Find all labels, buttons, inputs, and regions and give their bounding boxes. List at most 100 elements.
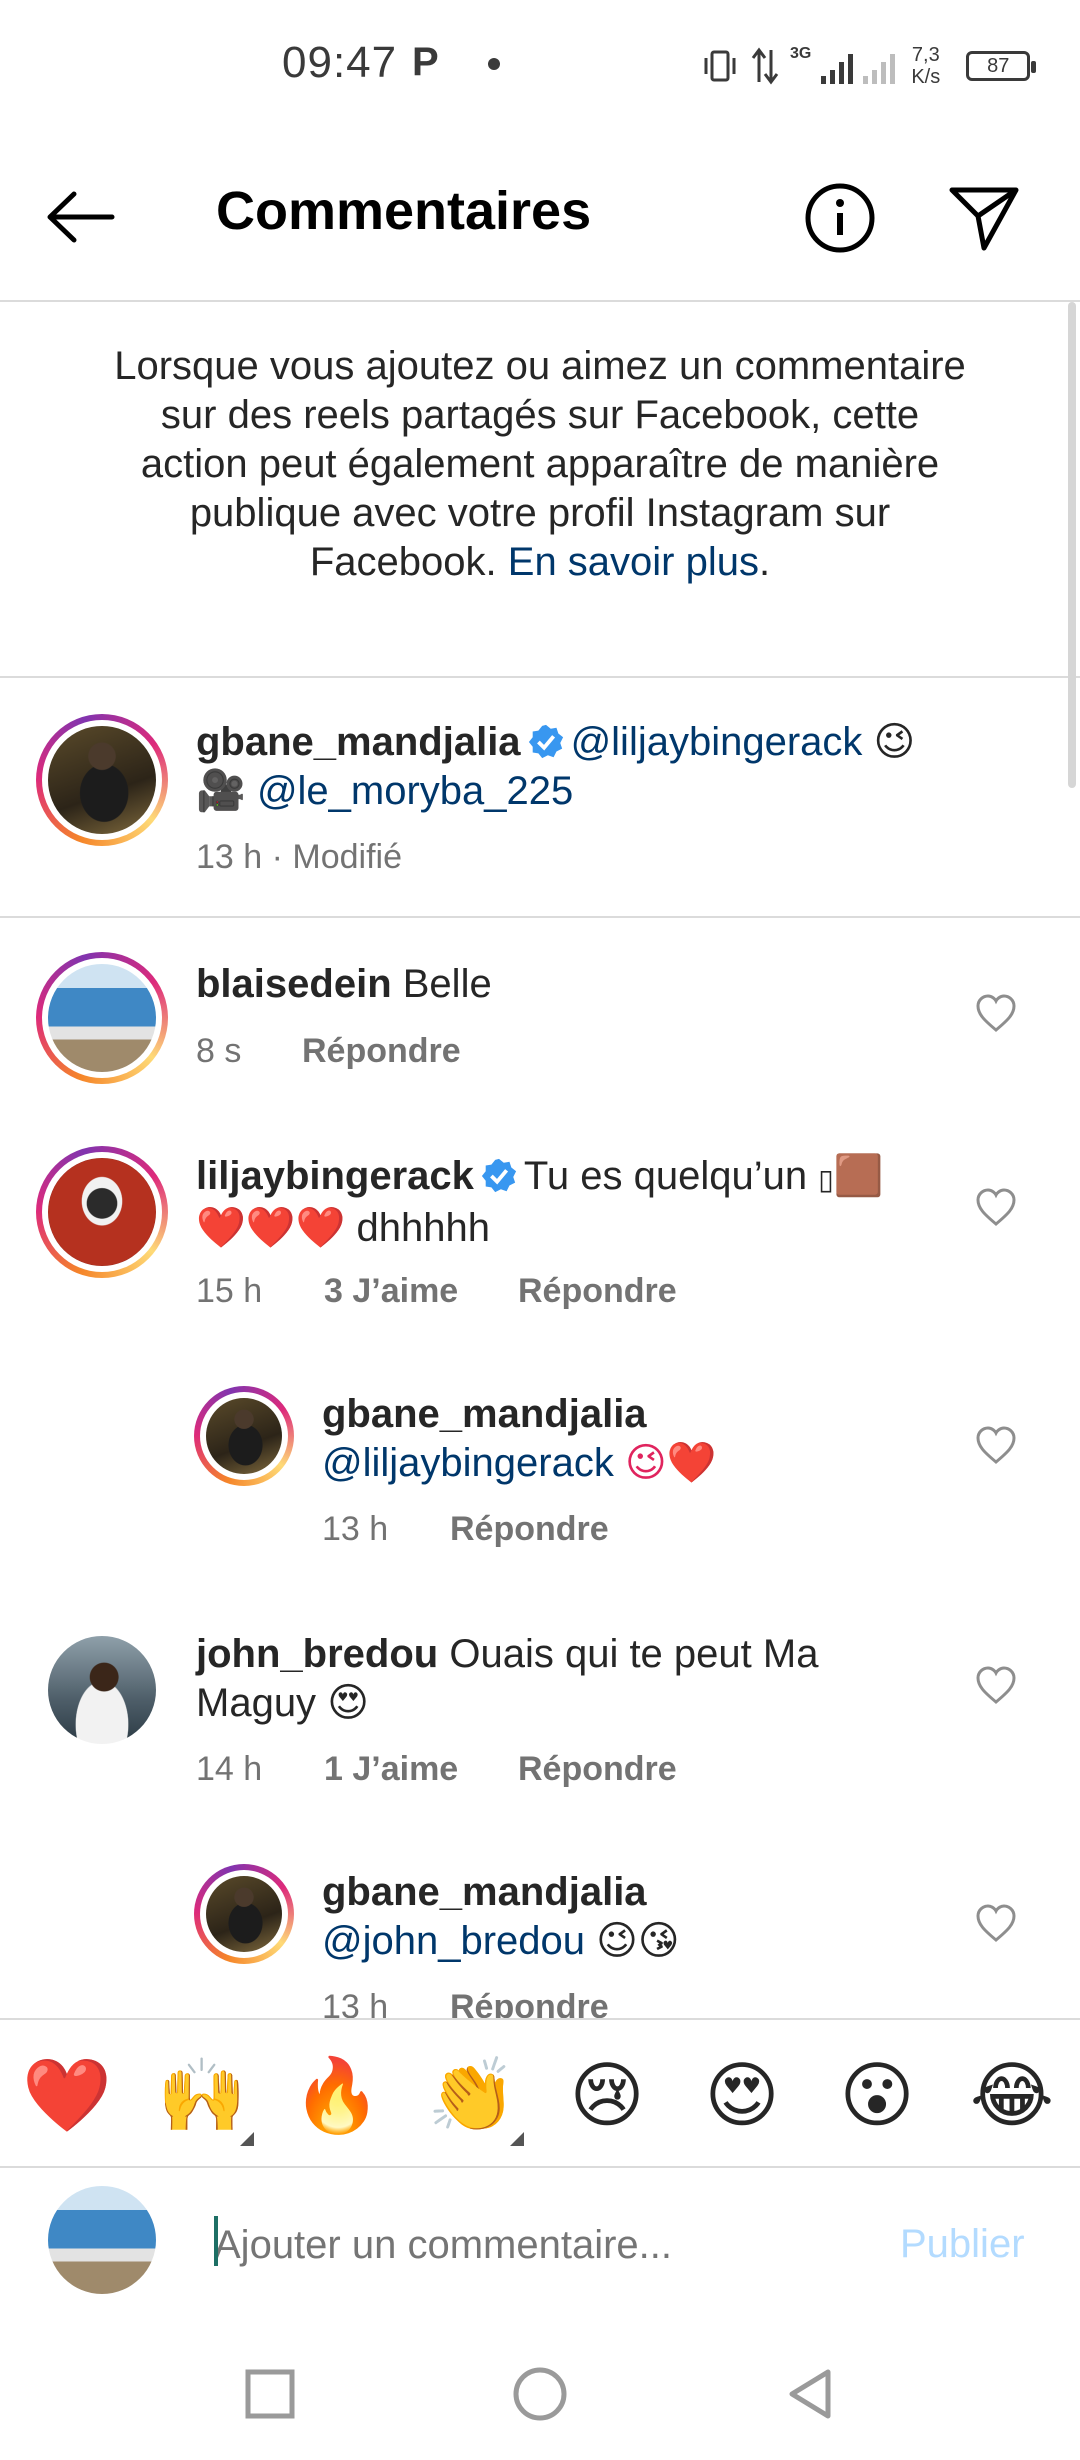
comment-username[interactable]: blaisedein	[196, 962, 392, 1006]
page-title: Commentaires	[216, 181, 592, 241]
reply-button[interactable]: Répondre	[518, 1272, 677, 1311]
camera-emoji: 🎥	[196, 769, 246, 813]
net-speed: 7,3 K/s	[911, 44, 940, 88]
avatar-image	[48, 1158, 156, 1266]
emoji-heart-button[interactable]: ❤️	[22, 2050, 112, 2140]
like-heart-icon[interactable]	[974, 1186, 1018, 1230]
data-transfer-icon	[751, 47, 779, 85]
avatar[interactable]	[36, 952, 168, 1084]
comment-username[interactable]: gbane_mandjalia	[322, 1392, 647, 1436]
net-speed-value: 7,3	[911, 44, 940, 66]
avatar[interactable]	[36, 1146, 168, 1278]
like-heart-icon[interactable]	[974, 1664, 1018, 1708]
emoji-raised-hands-button[interactable]: 🙌	[157, 2050, 247, 2140]
comment-time: 8 s	[196, 1032, 242, 1070]
comment-body: Belle	[402, 962, 492, 1006]
back-button[interactable]	[40, 182, 120, 252]
caption-mention-2[interactable]: @le_moryba_225	[257, 769, 573, 813]
comment-username[interactable]: liljaybingerack	[196, 1154, 474, 1198]
comment-body-2: Maguy	[196, 1681, 317, 1725]
like-heart-icon[interactable]	[974, 1424, 1018, 1468]
missing-glyph: ▯	[818, 1164, 834, 1195]
header: Commentaires	[0, 130, 1080, 302]
info-button[interactable]	[800, 178, 880, 258]
avatar[interactable]	[48, 1636, 156, 1744]
comment-time: 15 h	[196, 1272, 263, 1310]
caption-meta: 13 h · Modifié	[196, 838, 402, 877]
comment-input[interactable]	[214, 2210, 854, 2280]
share-button[interactable]	[944, 178, 1024, 258]
signal-icon	[821, 48, 854, 84]
avatar-image	[48, 726, 156, 834]
status-indicators: 3G 7,3 K/s 87	[700, 36, 1037, 96]
avatar-image	[48, 964, 156, 1072]
back-arrow-icon	[47, 191, 115, 243]
home-icon[interactable]	[510, 2364, 570, 2424]
avatar[interactable]	[36, 714, 168, 846]
current-user-avatar	[48, 2186, 156, 2294]
avatar[interactable]	[194, 1386, 294, 1486]
vibrate-icon	[704, 50, 736, 82]
comment-meta: 13 h Répondre	[322, 1510, 609, 1549]
notice-suffix: .	[759, 540, 771, 584]
emoji-crying-button[interactable]: 😢	[562, 2050, 652, 2140]
comment-mention[interactable]: @john_bredou	[322, 1919, 585, 1963]
emoji-laughing-button[interactable]: 😂	[967, 2050, 1057, 2140]
comment-time: 13 h	[322, 1510, 389, 1548]
caption-meta-text: 13 h · Modifié	[196, 838, 402, 876]
likes-count[interactable]: 3 J’aime	[324, 1272, 518, 1311]
back-nav-icon[interactable]	[780, 2364, 840, 2424]
facebook-sharing-notice: Lorsque vous ajoutez ou aimez un comment…	[0, 302, 1080, 678]
caption-text: gbane_mandjalia @liljaybingerack 😉 🎥 @le_…	[196, 718, 1016, 816]
signal-icon-secondary	[863, 48, 896, 84]
text-caret	[214, 2216, 218, 2266]
learn-more-link[interactable]: En savoir plus	[508, 540, 759, 584]
status-time: 09:47	[282, 38, 398, 87]
publish-button[interactable]: Publier	[900, 2222, 1025, 2267]
emoji-heart-eyes-button[interactable]: 😍	[697, 2050, 787, 2140]
verified-badge-icon	[481, 1158, 517, 1193]
emoji-surprised-button[interactable]: 😮	[832, 2050, 922, 2140]
wink-emoji: 😉	[873, 720, 916, 764]
reply-button[interactable]: Répondre	[450, 1988, 609, 2018]
reply-button[interactable]: Répondre	[518, 1750, 677, 1789]
system-nav-bar	[0, 2328, 1080, 2460]
comment-meta: 8 s Répondre	[196, 1032, 461, 1071]
like-heart-icon[interactable]	[974, 1902, 1018, 1946]
caption-username[interactable]: gbane_mandjalia	[196, 720, 521, 764]
parking-notification-icon: P	[412, 40, 439, 84]
comment-username[interactable]: john_bredou	[196, 1632, 438, 1676]
comment-emojis: 😉❤️	[624, 1441, 717, 1485]
comment-text: gbane_mandjalia @john_bredou 😉😘	[322, 1868, 962, 1966]
quick-emoji-bar: ❤️ 🙌 🔥 👏 😢 😍 😮 😂	[0, 2018, 1080, 2168]
recent-apps-icon[interactable]	[240, 2364, 300, 2424]
emoji-fire-button[interactable]: 🔥	[292, 2050, 382, 2140]
more-notifications-dot-icon	[488, 58, 500, 70]
reply-button[interactable]: Répondre	[302, 1032, 461, 1071]
comment-body-1: Ouais qui te peut Ma	[449, 1632, 819, 1676]
battery-icon: 87	[966, 51, 1037, 81]
avatar-image	[206, 1398, 282, 1474]
send-icon	[949, 187, 1019, 251]
comment-emojis: 😉😘	[596, 1919, 680, 1963]
comment-mention[interactable]: @liljaybingerack	[322, 1441, 614, 1485]
reply-button[interactable]: Répondre	[450, 1510, 609, 1549]
comment-time: 14 h	[196, 1750, 263, 1788]
comment-text: gbane_mandjalia @liljaybingerack 😉❤️	[322, 1390, 962, 1488]
avatar-image	[206, 1876, 282, 1952]
skin-tone-emoji: 🟫	[833, 1154, 884, 1198]
comment-text: blaisedein Belle	[196, 960, 956, 1009]
caption-mention-1[interactable]: @liljaybingerack	[571, 720, 863, 764]
comment-body-2: dhhhhh	[356, 1206, 491, 1250]
comment-text: liljaybingerack Tu es quelqu’un ▯🟫 ❤️❤️❤️…	[196, 1152, 956, 1253]
post-caption: gbane_mandjalia @liljaybingerack 😉 🎥 @le_…	[0, 678, 1080, 918]
emoji-clap-button[interactable]: 👏	[427, 2050, 517, 2140]
status-bar: 09:47 P 3G 7,3 K/s 87	[0, 0, 1080, 130]
avatar[interactable]	[194, 1864, 294, 1964]
comment-body-1: Tu es quelqu’un	[523, 1154, 808, 1198]
likes-count[interactable]: 1 J’aime	[324, 1750, 518, 1789]
comment-username[interactable]: gbane_mandjalia	[322, 1870, 647, 1914]
skin-tone-indicator-icon	[510, 2132, 524, 2146]
net-speed-unit: K/s	[911, 66, 941, 88]
like-heart-icon[interactable]	[974, 992, 1018, 1036]
